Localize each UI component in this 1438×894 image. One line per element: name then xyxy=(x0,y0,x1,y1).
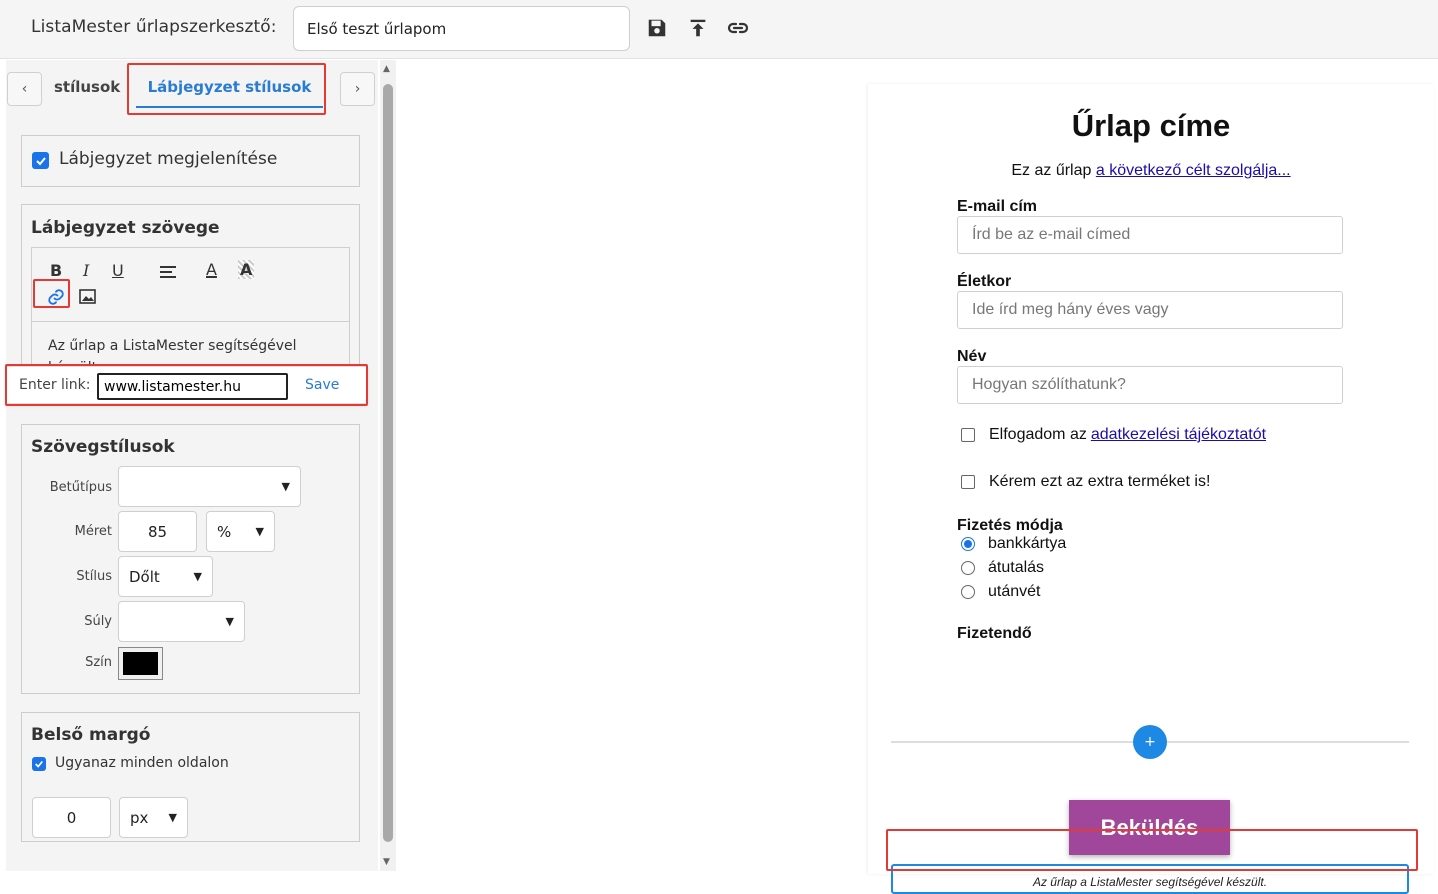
form-description: Ez az űrlap a következő célt szolgálja..… xyxy=(1011,162,1291,179)
panel-scrollbar[interactable]: ▲ ▼ xyxy=(380,60,396,871)
settings-panel: ‹ stílusok Lábjegyzet stílusok › Lábjegy… xyxy=(5,60,378,871)
chevron-down-icon: ▼ xyxy=(255,525,264,538)
prev-tab-button[interactable]: ‹ xyxy=(7,72,42,106)
radio-button[interactable] xyxy=(961,537,975,551)
style-label: Stílus xyxy=(76,569,112,584)
weight-label: Súly xyxy=(84,614,112,629)
email-label: E-mail cím xyxy=(957,198,1038,215)
tab-footer-styles[interactable]: Lábjegyzet stílusok xyxy=(136,68,323,108)
footer-text-title: Lábjegyzet szövege xyxy=(31,218,220,238)
tab-styles[interactable]: stílusok xyxy=(54,78,120,96)
chevron-down-icon: ▼ xyxy=(281,480,290,493)
insert-link-icon[interactable] xyxy=(47,288,65,310)
insert-image-icon[interactable] xyxy=(79,289,96,308)
top-bar: ListaMester űrlapszerkesztő: xyxy=(0,0,1438,59)
payment-option[interactable]: utánvét xyxy=(961,583,1040,601)
payment-option[interactable]: átutalás xyxy=(961,559,1044,577)
extra-checkbox[interactable] xyxy=(961,475,975,489)
link-popup: Enter link: Save xyxy=(6,366,367,404)
text-color-button[interactable]: A xyxy=(206,260,217,279)
weight-select[interactable]: ▼ xyxy=(118,601,245,642)
next-tab-button[interactable]: › xyxy=(340,72,375,106)
privacy-row: Elfogadom az adatkezelési tájékoztatót xyxy=(961,426,1266,444)
show-footer-section: Lábjegyzet megjelenítése xyxy=(21,135,360,187)
chevron-down-icon: ▼ xyxy=(225,615,234,628)
text-styles-section: Szövegstílusok Betűtípus ▼ Méret 85 % ▼ S… xyxy=(21,424,360,694)
payment-label: Fizetés módja xyxy=(957,517,1063,534)
link-input[interactable] xyxy=(97,373,288,400)
app-title: ListaMester űrlapszerkesztő: xyxy=(31,17,277,37)
scroll-thumb[interactable] xyxy=(383,84,393,842)
save-icon[interactable] xyxy=(644,15,670,41)
submit-button[interactable]: Beküldés xyxy=(1069,800,1230,855)
same-all-sides-checkbox[interactable] xyxy=(32,757,46,771)
age-input[interactable]: Ide írd meg hány éves vagy xyxy=(957,291,1343,329)
padding-section: Belső margó Ugyanaz minden oldalon 0 px ▼ xyxy=(21,712,360,842)
size-unit-select[interactable]: % ▼ xyxy=(206,511,275,552)
color-picker[interactable] xyxy=(118,647,163,680)
email-input[interactable]: Írd be az e-mail címed xyxy=(957,216,1343,254)
text-styles-title: Szövegstílusok xyxy=(31,437,175,457)
link-icon[interactable] xyxy=(725,15,751,41)
link-save-button[interactable]: Save xyxy=(305,377,339,393)
italic-button[interactable]: I xyxy=(83,261,89,280)
font-label: Betűtípus xyxy=(49,480,112,495)
age-label: Életkor xyxy=(957,273,1012,290)
form-card: Űrlap címe Ez az űrlap a következő célt … xyxy=(868,84,1434,894)
extra-row: Kérem ezt az extra terméket is! xyxy=(961,473,1210,491)
bold-button[interactable]: B xyxy=(50,261,62,280)
padding-input[interactable]: 0 xyxy=(32,797,111,838)
padding-title: Belső margó xyxy=(31,725,151,745)
form-name-input[interactable] xyxy=(293,6,630,51)
show-footer-label: Lábjegyzet megjelenítése xyxy=(59,149,278,169)
highlight-color-button[interactable]: A xyxy=(238,260,255,279)
style-select[interactable]: Dőlt ▼ xyxy=(118,556,213,597)
form-preview: Űrlap címe Ez az űrlap a következő célt … xyxy=(398,60,1438,894)
underline-button[interactable]: U xyxy=(112,261,124,280)
padding-unit-select[interactable]: px ▼ xyxy=(119,797,188,838)
same-all-sides-label: Ugyanaz minden oldalon xyxy=(55,755,229,771)
add-field-button[interactable]: + xyxy=(1133,725,1167,759)
chevron-down-icon: ▼ xyxy=(193,570,202,583)
color-label: Szín xyxy=(85,655,112,670)
name-input[interactable]: Hogyan szólíthatunk? xyxy=(957,366,1343,404)
scroll-down-icon[interactable]: ▼ xyxy=(383,857,390,867)
align-icon[interactable] xyxy=(159,263,177,283)
font-select[interactable]: ▼ xyxy=(118,466,301,507)
privacy-checkbox[interactable] xyxy=(961,428,975,442)
show-footer-checkbox[interactable] xyxy=(32,152,49,169)
name-label: Név xyxy=(957,348,987,365)
link-label: Enter link: xyxy=(19,377,91,393)
radio-button[interactable] xyxy=(961,585,975,599)
chevron-down-icon: ▼ xyxy=(168,811,177,824)
size-label: Méret xyxy=(74,524,112,539)
form-footer-note[interactable]: Az űrlap a ListaMester segítségével kész… xyxy=(891,864,1409,894)
payer-label: Fizetendő xyxy=(957,625,1032,642)
scroll-up-icon[interactable]: ▲ xyxy=(383,64,390,74)
payment-option[interactable]: bankkártya xyxy=(961,535,1066,553)
size-input[interactable]: 85 xyxy=(118,511,197,552)
form-title: Űrlap címe xyxy=(1071,108,1231,143)
radio-button[interactable] xyxy=(961,561,975,575)
upload-icon[interactable] xyxy=(685,15,711,41)
privacy-link[interactable]: adatkezelési tájékoztatót xyxy=(1091,426,1266,444)
form-description-link[interactable]: a következő célt szolgálja... xyxy=(1096,162,1291,179)
color-swatch xyxy=(123,652,158,675)
